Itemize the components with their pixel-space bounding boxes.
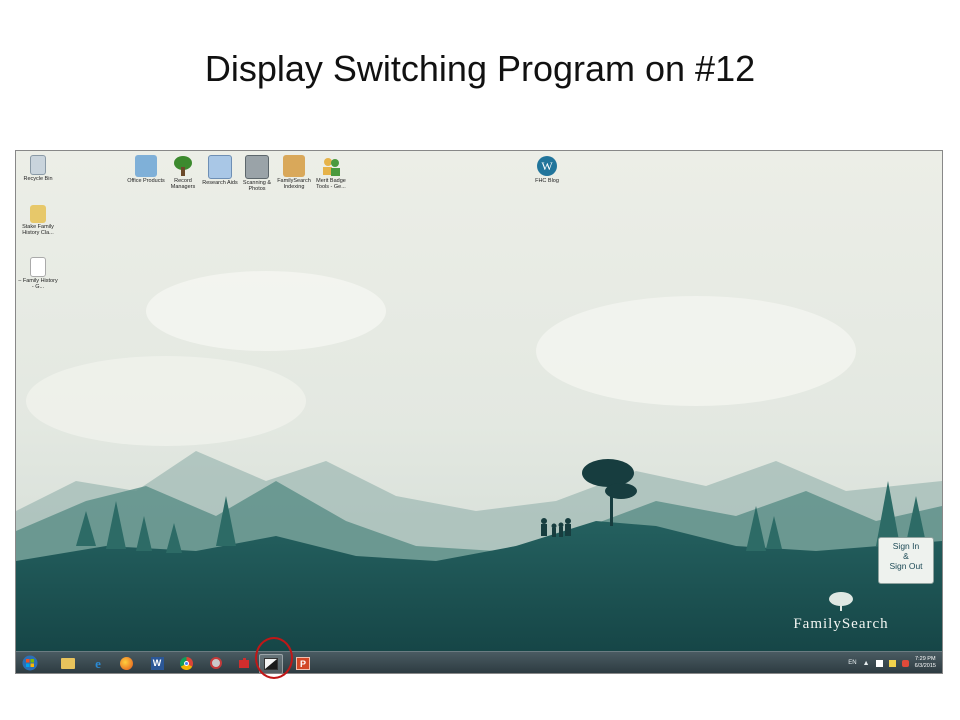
sign-out-label: Sign Out bbox=[889, 561, 923, 571]
taskbar-word-button[interactable]: W bbox=[147, 654, 167, 672]
users-icon bbox=[320, 155, 342, 177]
sign-in-out-button[interactable]: Sign In & Sign Out bbox=[878, 537, 934, 584]
chrome-icon bbox=[179, 656, 193, 670]
volume-icon[interactable] bbox=[901, 659, 909, 667]
desktop-icon-familysearch-indexing[interactable]: FamilySearch Indexing bbox=[274, 155, 314, 190]
desktop-icon-label: Recycle Bin bbox=[23, 176, 53, 182]
research-icon bbox=[208, 155, 232, 179]
indexing-icon bbox=[283, 155, 305, 177]
desktop-icon-recycle-bin[interactable]: Recycle Bin bbox=[18, 155, 58, 182]
desktop-icon-label: FamilySearch Indexing bbox=[277, 178, 311, 190]
system-tray: EN ▲ 7:29 PM 6/3/2015 bbox=[848, 652, 936, 673]
desktop-icon-merit-badge-tools[interactable]: Merit Badge Tools - Ge... bbox=[311, 155, 351, 190]
network-icon[interactable] bbox=[888, 659, 896, 667]
folder-icon bbox=[30, 205, 46, 223]
clock-date: 6/3/2015 bbox=[914, 663, 936, 669]
familysearch-logo: FamilySearch bbox=[781, 591, 901, 633]
svg-text:W: W bbox=[541, 159, 553, 173]
language-indicator[interactable]: EN bbox=[848, 660, 856, 666]
desktop-icon-label: Stake Family History Cla... bbox=[22, 224, 54, 236]
taskbar-chrome-button[interactable] bbox=[176, 654, 196, 672]
sign-in-label: Sign In bbox=[892, 541, 920, 551]
desktop-icon-scanning-photos[interactable]: Scanning & Photos bbox=[237, 155, 277, 192]
desktop-icon-stake-folder[interactable]: Stake Family History Cla... bbox=[18, 205, 58, 236]
word-icon: W bbox=[150, 656, 164, 670]
scanner-icon bbox=[245, 155, 269, 179]
taskbar-tools-button[interactable] bbox=[206, 654, 226, 672]
desktop-icon-family-history[interactable]: – Family History - G... bbox=[18, 257, 58, 290]
tree-icon bbox=[172, 155, 194, 177]
desktop-icon-record-managers[interactable]: Record Managers bbox=[163, 155, 203, 190]
taskbar-puzzle-button[interactable] bbox=[234, 654, 254, 672]
svg-text:e: e bbox=[95, 656, 101, 670]
desktop-icon-label: Merit Badge Tools - Ge... bbox=[316, 178, 346, 190]
show-hidden-icons-arrow-icon[interactable]: ▲ bbox=[863, 660, 870, 667]
clock[interactable]: 7:29 PM 6/3/2015 bbox=[915, 656, 936, 670]
desktop-icon-research-aids[interactable]: Research Aids bbox=[200, 155, 240, 186]
tree-logo-icon bbox=[829, 592, 853, 611]
ampersand-label: & bbox=[903, 551, 909, 561]
taskbar-explorer-button[interactable] bbox=[58, 654, 78, 672]
firefox-icon bbox=[119, 656, 133, 670]
desktop-icon-label: Scanning & Photos bbox=[242, 180, 272, 192]
office-icon bbox=[135, 155, 157, 177]
desktop-icon-label: FHC Blog bbox=[535, 178, 559, 184]
internet-explorer-icon: e bbox=[95, 656, 101, 670]
flag-icon[interactable] bbox=[875, 659, 883, 667]
recycle-bin-icon bbox=[30, 155, 46, 175]
highlight-circle bbox=[255, 637, 293, 679]
desktop-icon-label: Office Products bbox=[127, 178, 165, 184]
desktop-icon-office-products[interactable]: Office Products bbox=[126, 155, 166, 184]
clock-time: 7:29 PM bbox=[915, 656, 936, 662]
taskbar-firefox-button[interactable] bbox=[116, 654, 136, 672]
desktop-icon-fhc-blog[interactable]: W FHC Blog bbox=[527, 155, 567, 184]
taskbar: e W P EN ▲ 7:29 PM 6/3/2015 bbox=[16, 651, 942, 673]
shortcut-file-icon bbox=[30, 257, 46, 277]
powerpoint-icon: P bbox=[296, 656, 310, 670]
puzzle-icon bbox=[239, 658, 249, 668]
taskbar-powerpoint-button[interactable]: P bbox=[293, 654, 313, 672]
desktop-screenshot: Recycle Bin Stake Family History Cla... … bbox=[15, 150, 943, 674]
familysearch-wordmark: FamilySearch bbox=[793, 616, 889, 632]
wallpaper bbox=[16, 151, 942, 651]
taskbar-internet-explorer-button[interactable]: e bbox=[88, 654, 108, 672]
tools-icon bbox=[210, 657, 222, 669]
desktop-icon-label: Research Aids bbox=[202, 180, 238, 186]
windows-logo-icon bbox=[22, 655, 38, 671]
folder-icon bbox=[61, 657, 75, 669]
desktop-icon-label: Record Managers bbox=[170, 178, 196, 190]
desktop-icon-label: – Family History - G... bbox=[18, 278, 58, 290]
wordpress-icon: W bbox=[536, 155, 558, 177]
start-button[interactable] bbox=[20, 654, 40, 672]
slide-title: Display Switching Program on #12 bbox=[204, 48, 756, 89]
